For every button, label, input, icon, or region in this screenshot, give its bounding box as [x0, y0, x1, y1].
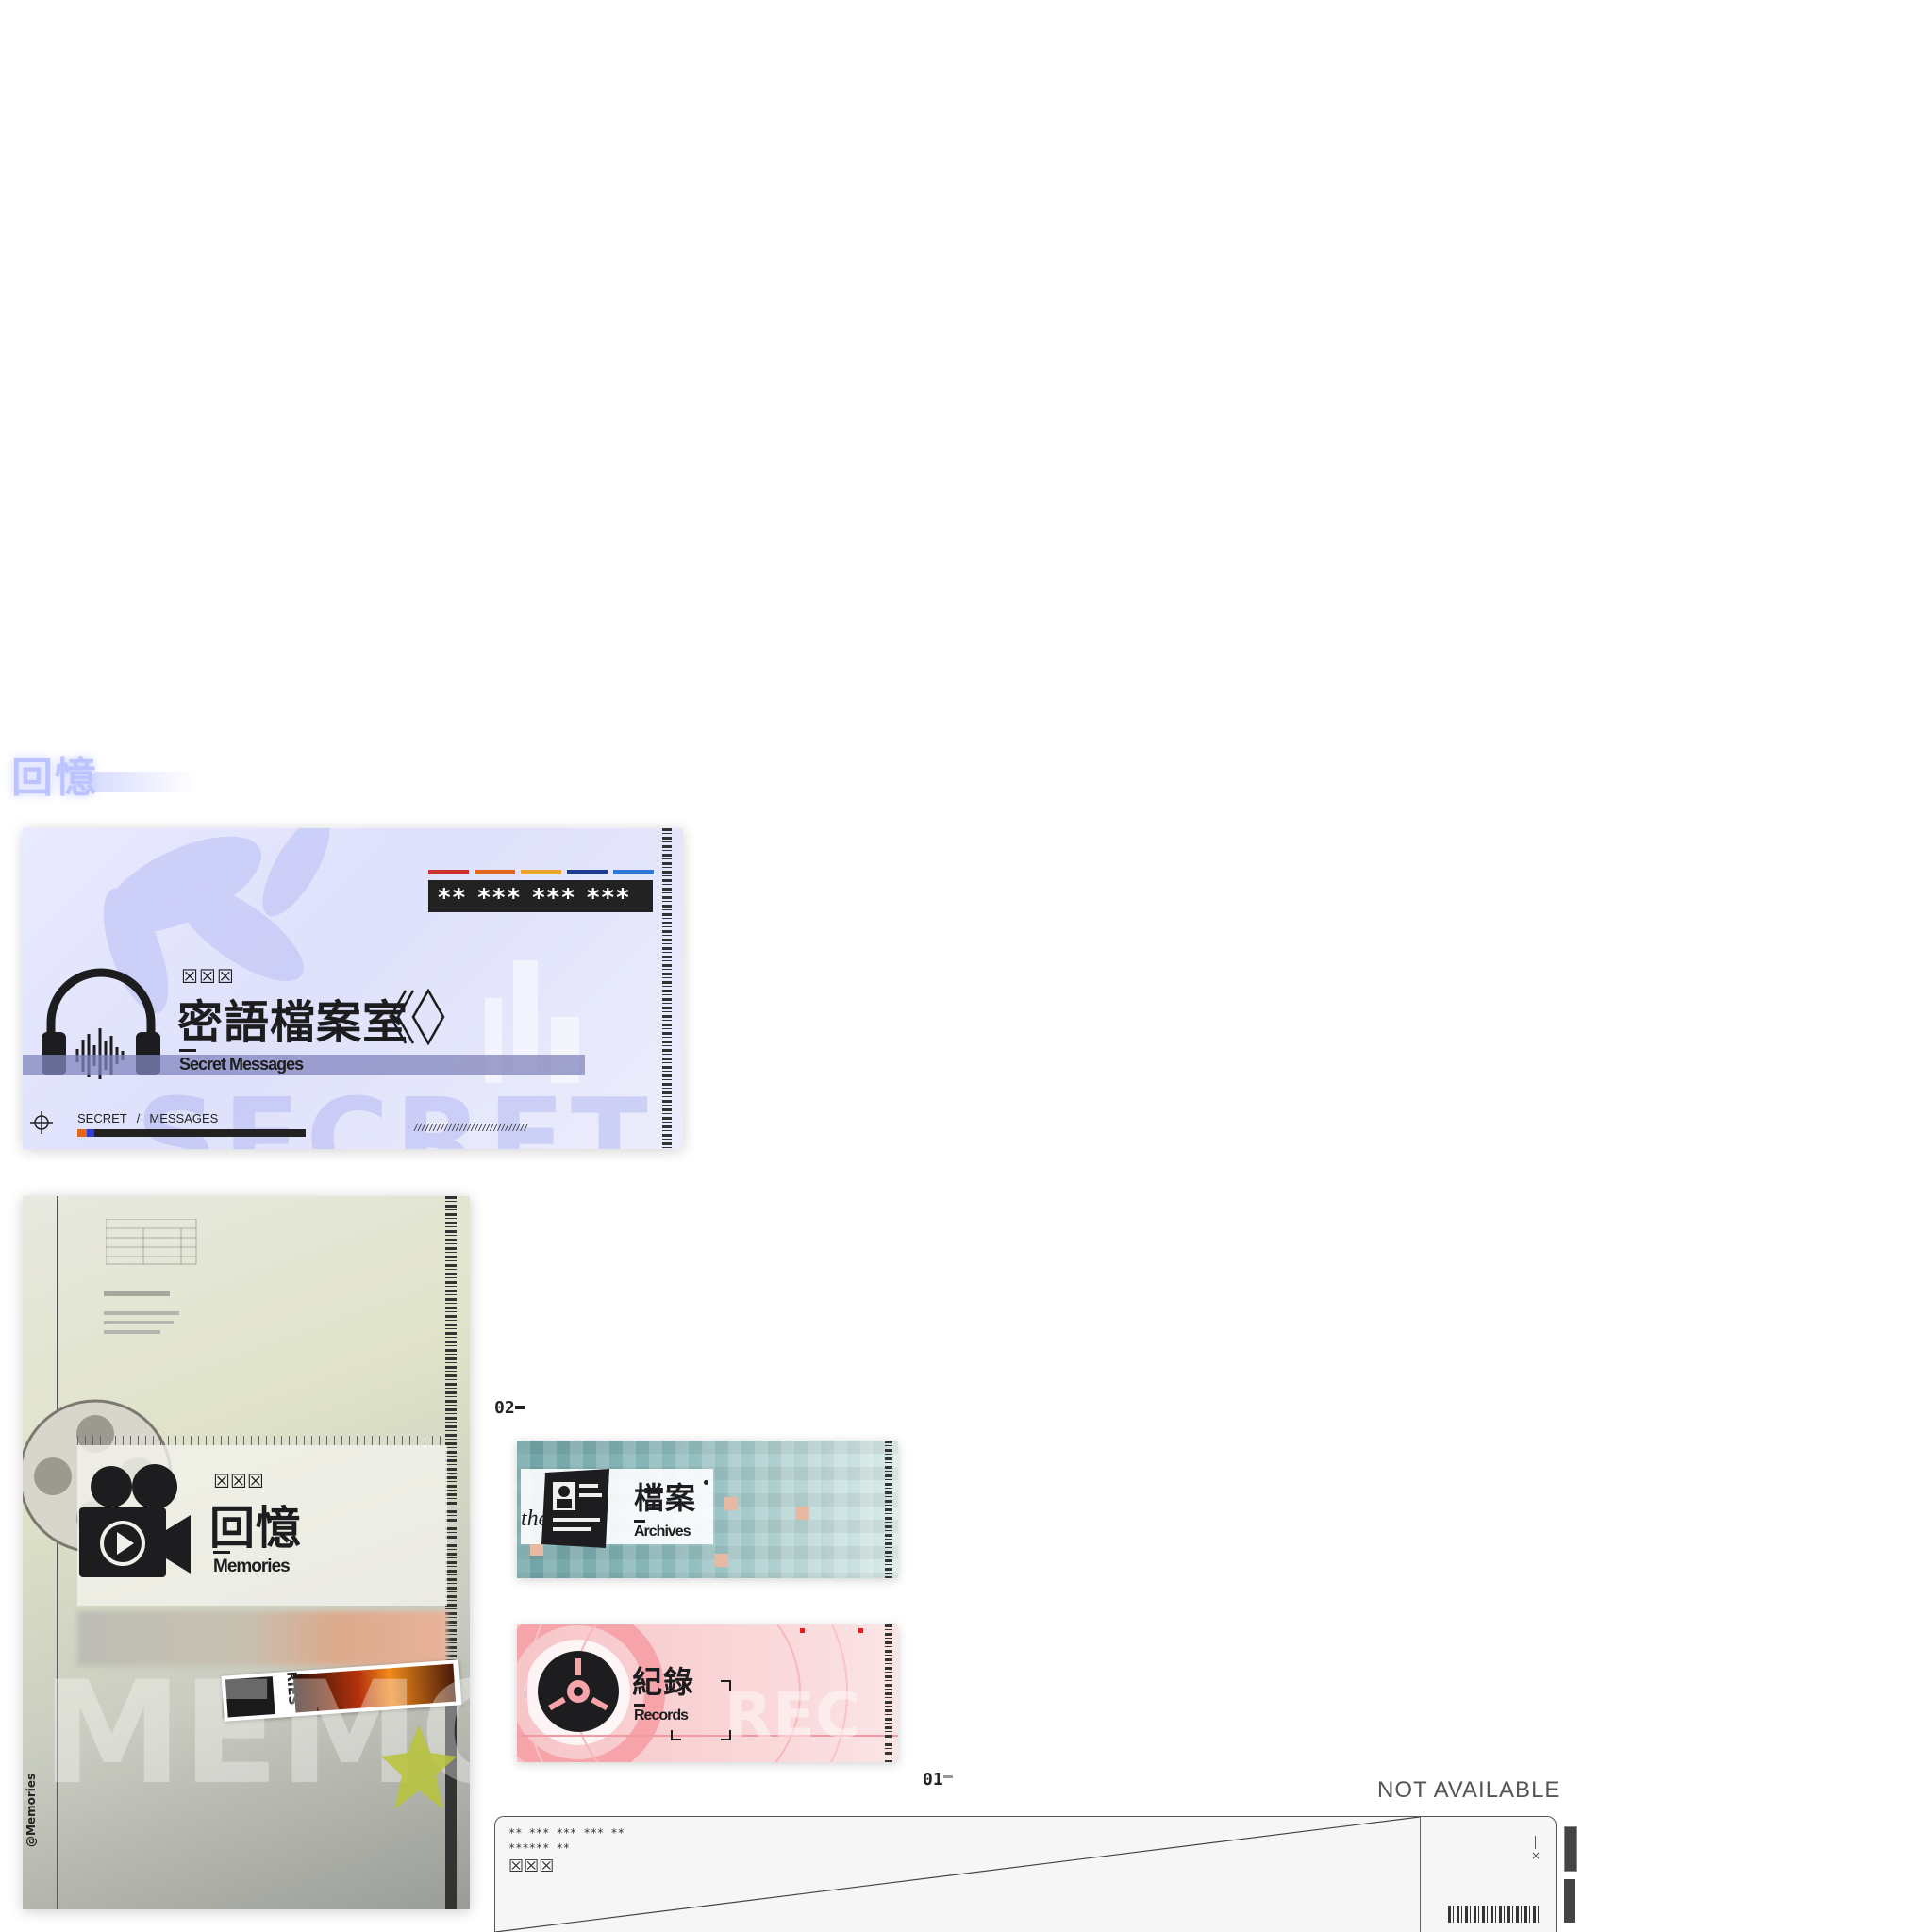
- color-swatch-blue: [613, 870, 654, 874]
- memories-side-text: @Memories: [25, 1773, 38, 1847]
- color-swatch-navy: [567, 870, 608, 874]
- red-marker: [858, 1628, 863, 1633]
- faint-text-line: [104, 1321, 174, 1324]
- status-not-available: NOT AVAILABLE: [1377, 1777, 1561, 1803]
- disc-icon: [538, 1651, 619, 1732]
- subtitle-dash: [179, 1049, 196, 1052]
- footer-accent-blue: [87, 1129, 94, 1137]
- pixel-accent: [796, 1507, 809, 1520]
- footer-accent-orange: [77, 1129, 87, 1137]
- section-01-label: 01: [923, 1770, 943, 1790]
- secret-title-en: Secret Messages: [179, 1055, 304, 1074]
- faint-text-line: [104, 1330, 160, 1334]
- panel-divider: [1420, 1817, 1421, 1932]
- vertical-barcode: [885, 1624, 892, 1762]
- archives-card[interactable]: the 檔案 Archives: [517, 1441, 898, 1578]
- pixel-accent: [724, 1497, 738, 1510]
- bottom-message-panel[interactable]: ** *** *** *** ** ****** ** ☒☒☒ ×: [494, 1816, 1557, 1932]
- secret-messages-card[interactable]: SECRET ** *** *** *** ☒☒☒ 密語檔案室 Secret M…: [23, 828, 683, 1149]
- side-tab-lower[interactable]: [1564, 1879, 1575, 1923]
- slash-pattern: //////////////////////////////: [413, 1123, 529, 1133]
- breadcrumb-messages[interactable]: MESSAGES: [149, 1111, 218, 1125]
- ruler-strip: [77, 1436, 447, 1445]
- archives-title-en: Archives: [634, 1524, 691, 1540]
- pixel-accent: [715, 1554, 728, 1567]
- records-dash: [634, 1704, 645, 1707]
- ghost-page-title: 回憶: [11, 754, 98, 802]
- memories-title-cn: 回憶: [209, 1502, 303, 1555]
- panel-tag-placeholder: ☒☒☒: [508, 1857, 555, 1876]
- archives-dash: [634, 1520, 645, 1523]
- memories-card[interactable]: ☒☒☒ 回憶 Memories RIES MEMO @Memories: [23, 1196, 470, 1909]
- color-swatch-red: [428, 870, 469, 874]
- breadcrumb-separator: /: [136, 1111, 141, 1125]
- records-watermark: REC: [724, 1679, 861, 1752]
- panel-barcode: [1448, 1906, 1539, 1923]
- records-card[interactable]: REC 紀錄 Records: [517, 1624, 898, 1762]
- side-tab-upper[interactable]: [1564, 1826, 1577, 1872]
- id-card-icon: [541, 1469, 609, 1548]
- breadcrumb: SECRET / MESSAGES: [77, 1111, 218, 1125]
- memories-dash: [213, 1551, 230, 1554]
- crosshair-icon: [30, 1111, 53, 1134]
- section-02-marker: [515, 1406, 525, 1409]
- footer-progress-bar: [77, 1129, 306, 1137]
- header-glow: [92, 772, 196, 792]
- color-swatch-yellow: [521, 870, 561, 874]
- color-swatch-orange: [475, 870, 515, 874]
- vertical-barcode: [662, 828, 672, 1149]
- secret-title-cn: 密語檔案室: [177, 996, 409, 1049]
- chevron-decoration-icon: [389, 989, 445, 1045]
- paint-splash: [381, 1724, 457, 1809]
- red-marker: [800, 1628, 805, 1633]
- breadcrumb-secret[interactable]: SECRET: [77, 1111, 127, 1125]
- bracket-frame-icon: [671, 1680, 731, 1740]
- color-strip: [428, 870, 654, 874]
- panel-diagonal-line: [495, 1817, 1420, 1932]
- masked-code-box: ** *** *** ***: [428, 880, 653, 912]
- vertical-barcode: [885, 1441, 892, 1578]
- faint-text-line: [104, 1291, 170, 1296]
- close-icon[interactable]: ×: [1531, 1849, 1541, 1862]
- faint-table-graphic: [106, 1219, 197, 1265]
- memories-title-en: Memories: [213, 1557, 291, 1576]
- panel-tick: [1535, 1836, 1536, 1849]
- movie-camera-icon: [79, 1464, 191, 1577]
- archives-title-cn: 檔案: [634, 1480, 697, 1516]
- dot-marker: [704, 1480, 708, 1485]
- faint-text-line: [104, 1311, 179, 1315]
- panel-line-2: ****** **: [508, 1841, 571, 1855]
- subtitle-band-stripes: [453, 1055, 585, 1075]
- memories-tag-placeholder: ☒☒☒: [213, 1470, 264, 1492]
- panel-line-1: ** *** *** *** **: [508, 1826, 625, 1840]
- section-02-label: 02: [494, 1398, 515, 1418]
- section-01-marker: [943, 1775, 953, 1778]
